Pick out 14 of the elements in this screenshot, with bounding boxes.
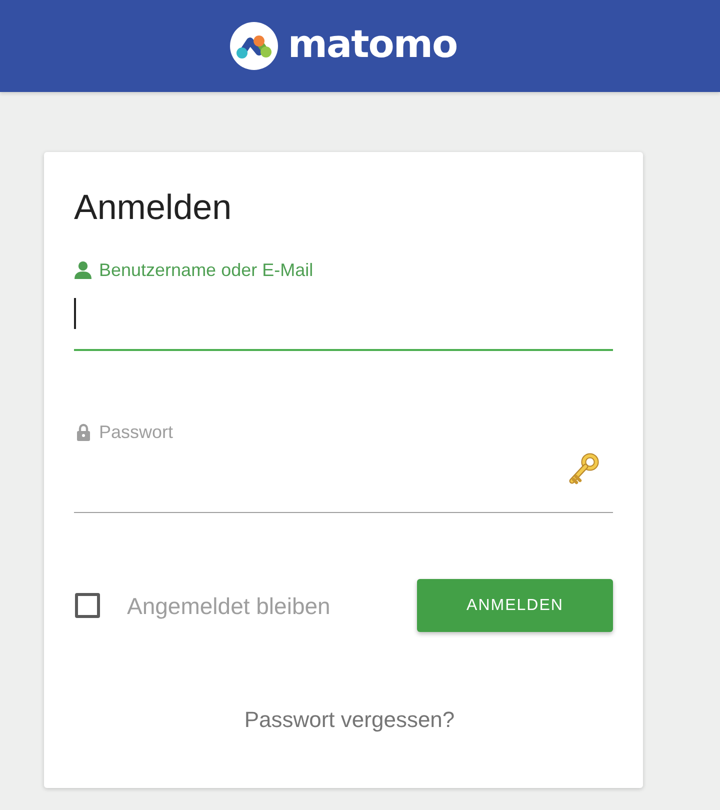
user-icon [74,261,92,279]
login-button[interactable]: ANMELDEN [417,579,613,632]
checkbox-label[interactable]: Angemeldet bleiben [127,592,330,620]
form-title: Anmelden [74,188,233,228]
text-cursor [74,298,76,329]
forgot-password-link[interactable]: Passwort vergessen? [244,706,455,734]
key-icon[interactable] [567,453,599,487]
field-label: Passwort [99,422,174,442]
lock-icon [76,423,91,441]
logo-icon[interactable] [230,22,278,70]
field-label: Benutzername oder E-Mail [99,260,314,280]
brand-name[interactable]: matomo [288,22,458,70]
checkbox[interactable] [75,593,100,618]
password-field[interactable] [74,450,613,513]
